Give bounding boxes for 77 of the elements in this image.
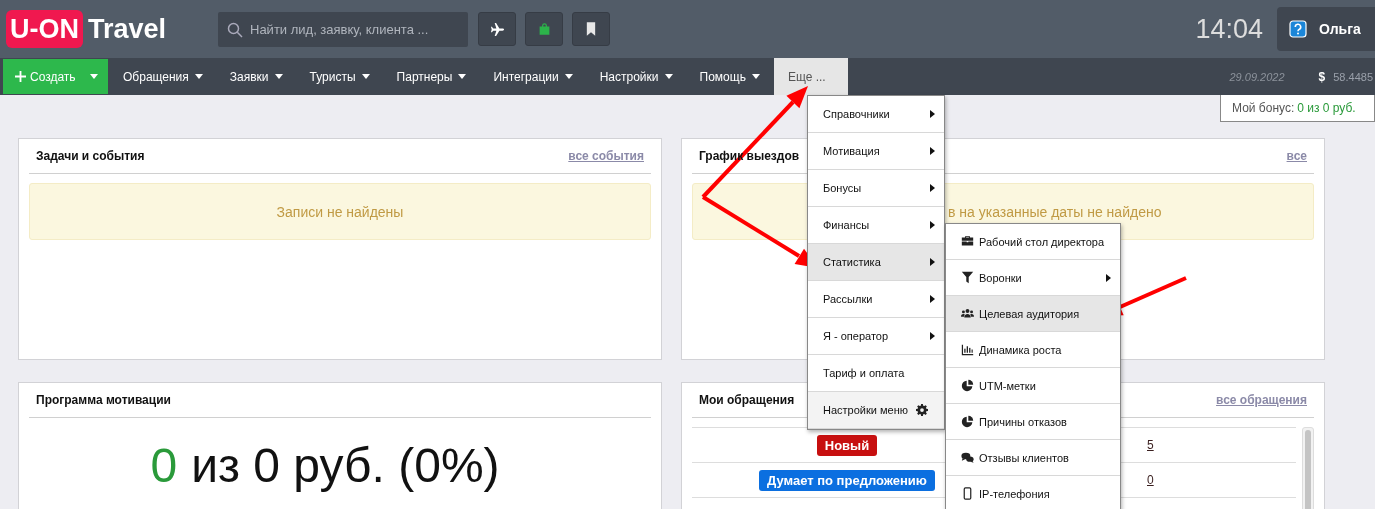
caret-icon [930,184,935,192]
status-badge: Новый [816,434,878,456]
clock-time: 14:04 [1195,13,1263,45]
shopping-bag-icon [537,22,551,36]
count-link[interactable]: 0 [1147,473,1154,487]
bookmark-button[interactable] [572,12,610,46]
caret-icon [458,74,467,79]
card-title: Задачи и события [36,149,145,163]
nav-menu-item[interactable]: Помощь [684,58,772,95]
chat-bubbles-icon [961,451,974,464]
status-badge: Думает по предложению [759,469,935,491]
logo-mark: U-ON [6,10,83,48]
nav-menu-item[interactable]: Обращения [108,58,215,95]
menu-item[interactable]: Справочники [808,96,944,133]
bonus-label: Мой бонус: [1232,101,1295,115]
nav-menu-item[interactable]: Партнеры [381,58,479,95]
nav-menu-item[interactable]: Туристы [294,58,382,95]
card-title: Программа мотивации [36,393,171,407]
users-icon [961,307,974,320]
menu-item[interactable]: Динамика роста [946,332,1120,368]
caret-icon [930,147,935,155]
menu-item[interactable]: Целевая аудитория [946,296,1120,332]
help-icon [1289,20,1307,38]
airplane-button[interactable] [478,12,516,46]
caret-icon [274,74,283,79]
menu-item[interactable]: Я - оператор [808,318,944,355]
phone-icon [961,487,974,500]
menu-item[interactable]: Причины отказов [946,404,1120,440]
menu-item[interactable]: Отзывы клиентов [946,440,1120,476]
motivation-total: из 0 руб. (0%) [191,439,500,492]
menu-item[interactable]: Рассылки [808,281,944,318]
bag-button[interactable] [525,12,563,46]
caret-icon [664,74,673,79]
filter-icon [961,271,974,284]
pie-chart-icon [961,415,974,428]
caret-icon [564,74,573,79]
user-menu-button[interactable]: Ольга [1277,7,1375,51]
caret-icon [361,74,370,79]
count-link[interactable]: 5 [1147,438,1154,452]
motivation-amount: 0 [150,439,178,492]
caret-icon [930,221,935,229]
logo-text: Travel [88,13,167,45]
menu-item[interactable]: Мотивация [808,133,944,170]
search-field[interactable]: Найти лид, заявку, клиента ... [218,11,468,47]
bonus-value: 0 из 0 руб. [1297,101,1356,115]
nav-menu-item[interactable]: Интеграции [478,58,585,95]
card-title: Мои обращения [699,393,795,407]
caret-icon [1106,273,1111,282]
caret-icon [89,74,98,79]
briefcase-icon [961,235,974,248]
menu-item[interactable]: Бонусы [808,170,944,207]
caret-icon [194,74,203,79]
menu-item[interactable]: Рабочий стол директора [946,224,1120,260]
alert-message: Записи не найдены [276,203,404,220]
currency-symbol: $ [1318,69,1326,84]
nav-menu-item[interactable]: Заявки [214,58,295,95]
currency-rate: 58.4485 [1333,70,1373,83]
scrollbar[interactable] [1302,427,1314,509]
caret-icon [930,110,935,118]
nav-menu-item[interactable]: Еще ... [773,58,848,95]
bookmark-icon [586,22,596,36]
menu-item[interactable]: Настройки меню [808,392,944,429]
plus-icon [15,71,26,82]
menu-item[interactable]: Статистика [808,244,944,281]
caret-icon [930,332,935,340]
bar-chart-icon [961,343,974,356]
caret-icon [751,74,760,79]
pie-chart-icon [961,379,974,392]
date-text: 29.09.2022 [1229,70,1285,83]
caret-icon [930,258,935,266]
menu-item[interactable]: UTM-метки [946,368,1120,404]
alert-message: в на указанные даты не найдено [948,203,1162,220]
nav-menu-item[interactable]: Настройки [584,58,685,95]
caret-icon [930,295,935,303]
airplane-icon [489,21,505,37]
gear-icon [916,404,928,416]
menu-item[interactable]: IP-телефония [946,476,1120,509]
